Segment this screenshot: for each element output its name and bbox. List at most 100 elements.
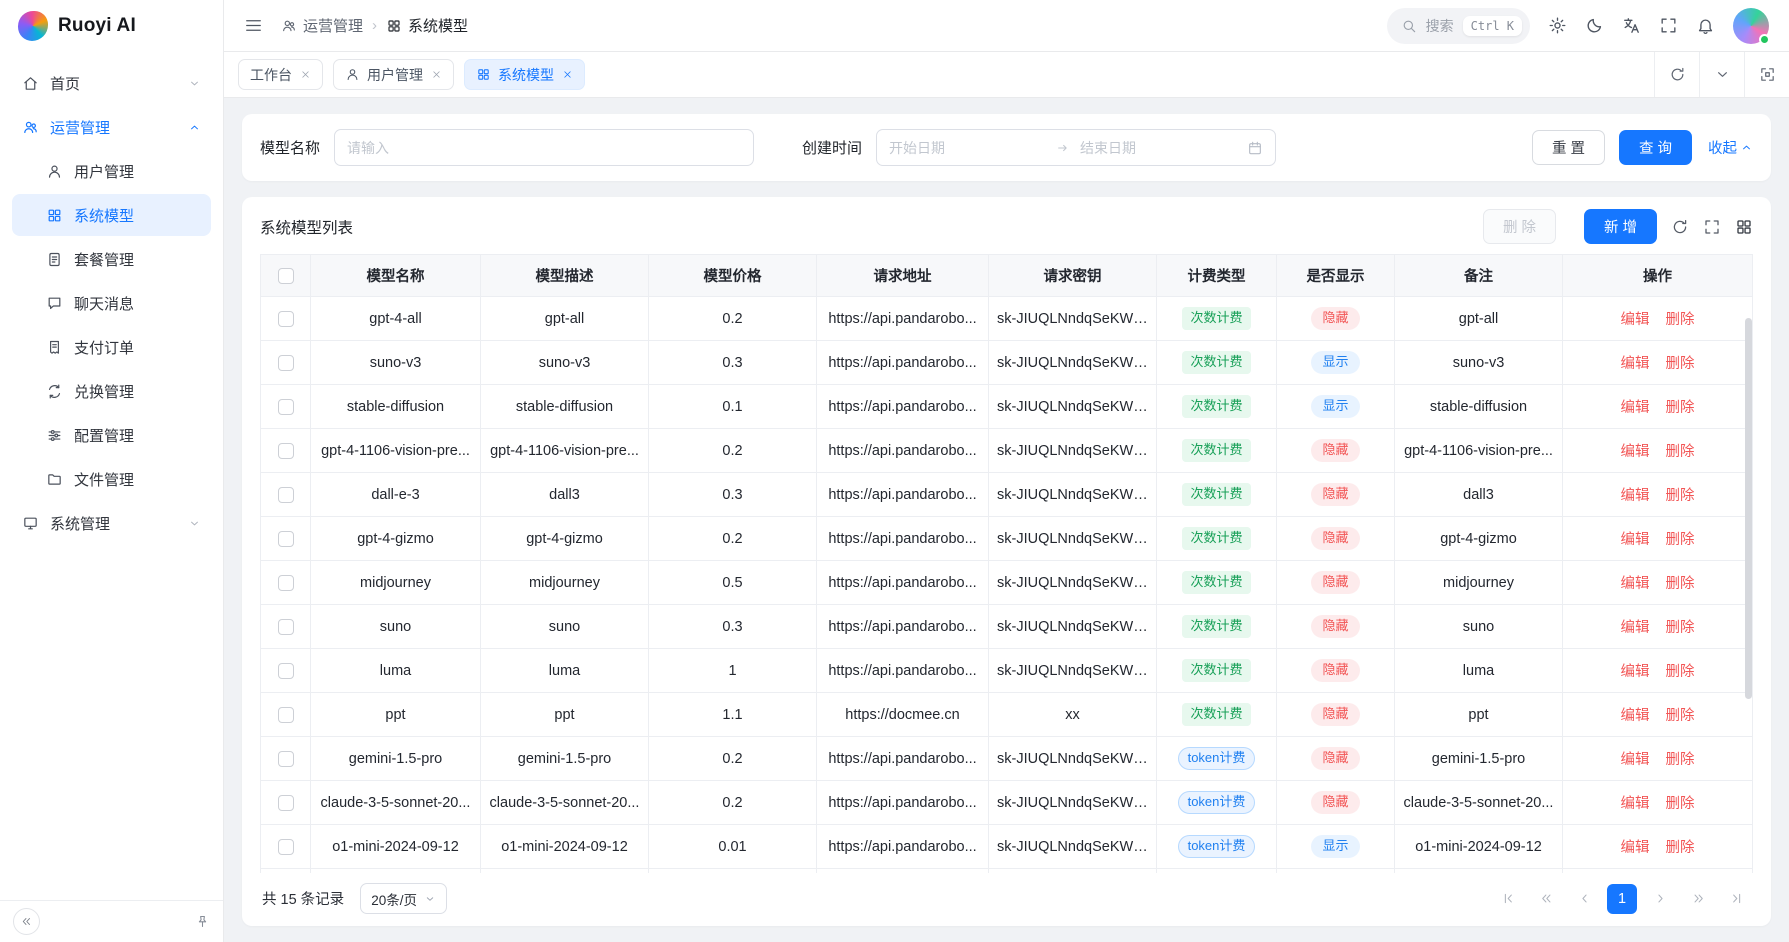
notifications-icon[interactable]	[1696, 16, 1715, 35]
row-checkbox[interactable]	[278, 487, 294, 503]
last-page-button[interactable]	[1721, 884, 1751, 914]
row-delete-link[interactable]: 删除	[1666, 312, 1695, 328]
next-page-button[interactable]	[1645, 884, 1675, 914]
row-checkbox[interactable]	[278, 355, 294, 371]
row-checkbox[interactable]	[278, 311, 294, 327]
sidebar-item-label: 用户管理	[74, 161, 134, 182]
edit-link[interactable]: 编辑	[1621, 620, 1650, 636]
row-delete-link[interactable]: 删除	[1666, 840, 1695, 856]
tab-actions-menu-icon[interactable]	[1699, 52, 1744, 97]
tab-workbench[interactable]: 工作台	[238, 59, 323, 90]
row-delete-link[interactable]: 删除	[1666, 796, 1695, 812]
language-icon[interactable]	[1622, 16, 1641, 35]
jump-back-button[interactable]	[1531, 884, 1561, 914]
breadcrumb-separator: ›	[372, 17, 377, 34]
pin-sidebar-icon[interactable]	[195, 914, 210, 929]
sidebar-item-payment-orders[interactable]: 支付订单	[12, 326, 211, 368]
close-tab-icon[interactable]	[431, 69, 442, 80]
batch-delete-button[interactable]: 删 除	[1483, 209, 1556, 244]
sidebar-collapse-button[interactable]	[13, 908, 40, 935]
tab-system-model[interactable]: 系统模型	[464, 59, 585, 90]
edit-link[interactable]: 编辑	[1621, 532, 1650, 548]
global-search[interactable]: 搜索 Ctrl K	[1387, 8, 1530, 44]
tab-user-management[interactable]: 用户管理	[333, 59, 454, 90]
select-all-checkbox[interactable]	[278, 268, 294, 284]
prev-page-button[interactable]	[1569, 884, 1599, 914]
dark-mode-icon[interactable]	[1585, 16, 1604, 35]
sidebar-item-config-management[interactable]: 配置管理	[12, 414, 211, 456]
edit-link[interactable]: 编辑	[1621, 488, 1650, 504]
fullscreen-icon[interactable]	[1659, 16, 1678, 35]
model-name-input[interactable]	[334, 129, 754, 166]
reset-button[interactable]: 重 置	[1532, 130, 1605, 165]
edit-link[interactable]: 编辑	[1621, 752, 1650, 768]
maximize-content-icon[interactable]	[1744, 52, 1789, 97]
close-tab-icon[interactable]	[562, 69, 573, 80]
row-checkbox[interactable]	[278, 839, 294, 855]
row-checkbox[interactable]	[278, 575, 294, 591]
row-delete-link[interactable]: 删除	[1666, 620, 1695, 636]
jump-forward-button[interactable]	[1683, 884, 1713, 914]
edit-link[interactable]: 编辑	[1621, 664, 1650, 680]
row-checkbox[interactable]	[278, 619, 294, 635]
first-page-button[interactable]	[1493, 884, 1523, 914]
row-checkbox[interactable]	[278, 531, 294, 547]
edit-link[interactable]: 编辑	[1621, 444, 1650, 460]
cell-request-key: sk-JIUQLNndqSeKWU...	[989, 605, 1157, 649]
user-avatar[interactable]	[1733, 8, 1769, 44]
add-button[interactable]: 新 增	[1584, 209, 1657, 244]
row-delete-link[interactable]: 删除	[1666, 576, 1695, 592]
row-delete-link[interactable]: 删除	[1666, 532, 1695, 548]
table-row: midjourneymidjourney0.5https://api.panda…	[261, 561, 1753, 605]
table-fullscreen-icon[interactable]	[1703, 218, 1721, 236]
breadcrumb-item-system-model[interactable]: 系统模型	[386, 15, 468, 36]
row-delete-link[interactable]: 删除	[1666, 444, 1695, 460]
row-checkbox[interactable]	[278, 399, 294, 415]
cell-remark: luma	[1395, 649, 1563, 693]
page-size-select[interactable]: 20条/页	[360, 883, 447, 914]
edit-link[interactable]: 编辑	[1621, 400, 1650, 416]
row-delete-link[interactable]: 删除	[1666, 664, 1695, 680]
column-settings-icon[interactable]	[1735, 218, 1753, 236]
row-delete-link[interactable]: 删除	[1666, 752, 1695, 768]
row-checkbox[interactable]	[278, 707, 294, 723]
sidebar-item-chat-messages[interactable]: 聊天消息	[12, 282, 211, 324]
settings-icon[interactable]	[1548, 16, 1567, 35]
scrollbar-thumb[interactable]	[1745, 318, 1752, 699]
sidebar-item-system-model[interactable]: 系统模型	[12, 194, 211, 236]
row-checkbox[interactable]	[278, 751, 294, 767]
row-delete-link[interactable]: 删除	[1666, 356, 1695, 372]
sidebar-item-system-management[interactable]: 系统管理	[12, 502, 211, 544]
sidebar-item-home[interactable]: 首页	[12, 62, 211, 104]
sidebar-item-operations[interactable]: 运营管理	[12, 106, 211, 148]
cell-model-desc: midjourney	[481, 561, 649, 605]
sidebar-item-package-management[interactable]: 套餐管理	[12, 238, 211, 280]
edit-link[interactable]: 编辑	[1621, 708, 1650, 724]
edit-link[interactable]: 编辑	[1621, 576, 1650, 592]
current-page-button[interactable]: 1	[1607, 884, 1637, 914]
refresh-table-icon[interactable]	[1671, 218, 1689, 236]
query-button[interactable]: 查 询	[1619, 130, 1692, 165]
vertical-scrollbar[interactable]	[1744, 296, 1753, 873]
edit-link[interactable]: 编辑	[1621, 796, 1650, 812]
refresh-page-icon[interactable]	[1654, 52, 1699, 97]
edit-link[interactable]: 编辑	[1621, 840, 1650, 856]
date-range-picker[interactable]: 开始日期 结束日期	[876, 129, 1276, 166]
close-tab-icon[interactable]	[300, 69, 311, 80]
edit-link[interactable]: 编辑	[1621, 356, 1650, 372]
breadcrumb-item-operations[interactable]: 运营管理	[281, 15, 363, 36]
collapse-filter-link[interactable]: 收起	[1708, 137, 1753, 158]
app-logo[interactable]: Ruoyi AI	[0, 0, 223, 52]
edit-link[interactable]: 编辑	[1621, 312, 1650, 328]
sidebar-item-redeem-management[interactable]: 兑换管理	[12, 370, 211, 412]
row-delete-link[interactable]: 删除	[1666, 400, 1695, 416]
sidebar-item-file-management[interactable]: 文件管理	[12, 458, 211, 500]
row-delete-link[interactable]: 删除	[1666, 708, 1695, 724]
menu-toggle-icon[interactable]	[244, 16, 263, 35]
row-checkbox[interactable]	[278, 795, 294, 811]
row-delete-link[interactable]: 删除	[1666, 488, 1695, 504]
main-area: 运营管理 › 系统模型 搜索 Ctrl K 工作台用户管理系统模	[224, 0, 1789, 942]
row-checkbox[interactable]	[278, 663, 294, 679]
row-checkbox[interactable]	[278, 443, 294, 459]
sidebar-item-user-management[interactable]: 用户管理	[12, 150, 211, 192]
